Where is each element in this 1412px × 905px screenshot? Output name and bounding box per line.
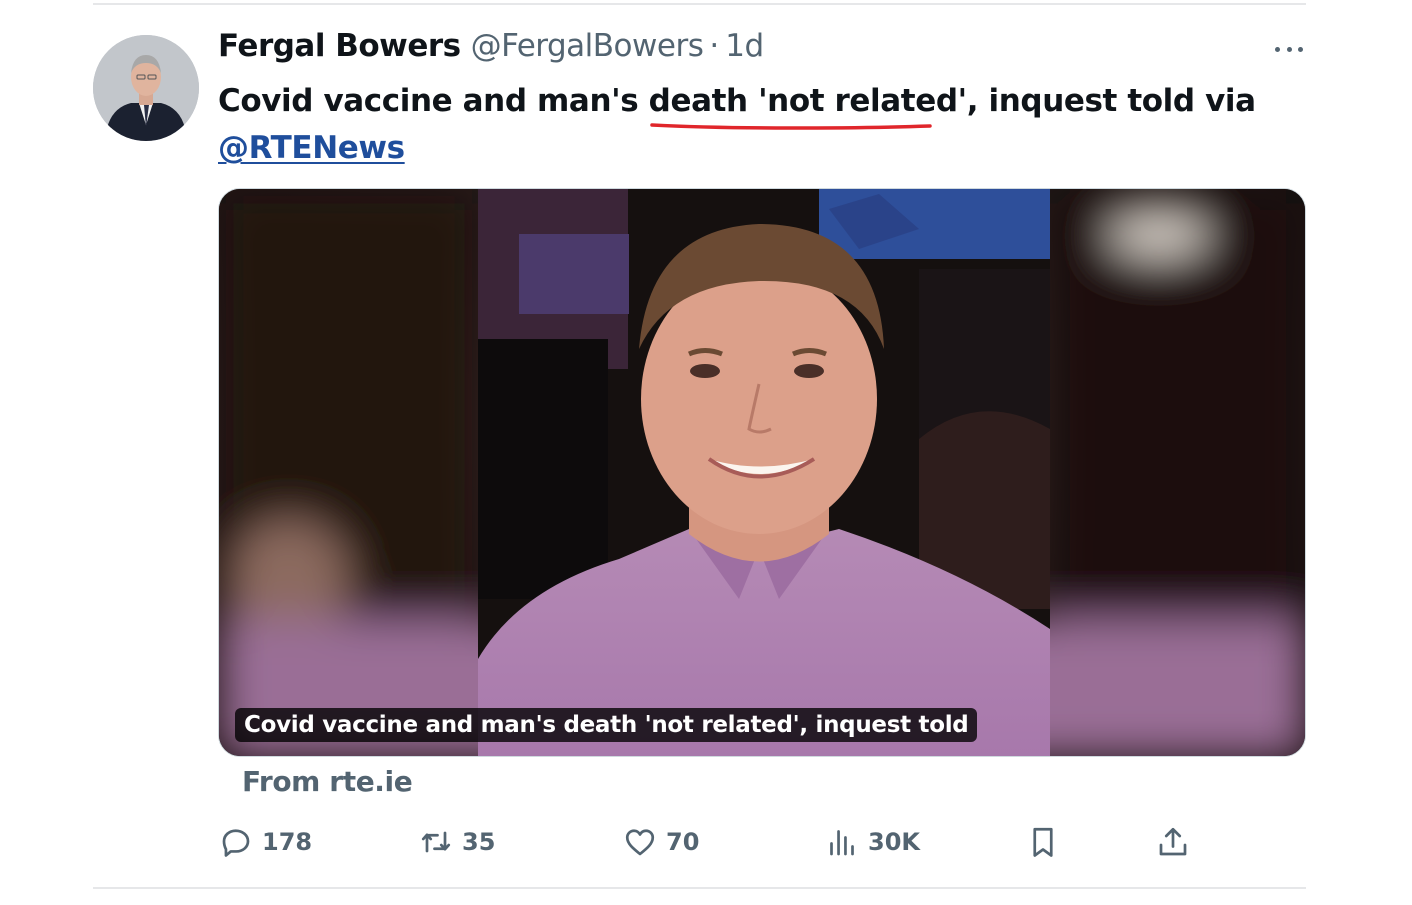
reply-icon (222, 829, 250, 857)
tweet-header: Fergal Bowers @FergalBowers · 1d (218, 28, 764, 72)
bottom-divider (93, 887, 1306, 889)
top-divider (93, 3, 1306, 5)
like-button[interactable]: 70 (622, 820, 699, 864)
avatar-photo (93, 35, 199, 141)
tweet-timestamp[interactable]: 1d (725, 28, 764, 64)
card-caption: Covid vaccine and man's death 'not relat… (235, 708, 978, 742)
tweet-text-end: , inquest told via (966, 83, 1256, 119)
card-source[interactable]: From rte.ie (242, 765, 413, 798)
like-count: 70 (666, 828, 700, 856)
bookmark-icon (1033, 827, 1053, 857)
tweet-text-highlight: death 'not related' (648, 83, 967, 119)
retweet-button[interactable]: 35 (418, 820, 495, 864)
reply-button[interactable]: 178 (218, 820, 312, 864)
views-count: 30K (868, 828, 920, 856)
views-button[interactable]: 30K (824, 820, 920, 864)
author-handle[interactable]: @FergalBowers (471, 28, 704, 64)
card-image (219, 189, 1305, 756)
header-separator: · (709, 28, 720, 64)
more-icon[interactable] (1272, 36, 1306, 62)
retweet-count: 35 (462, 828, 496, 856)
views-icon (830, 830, 854, 856)
share-button[interactable] (1155, 820, 1191, 864)
link-card[interactable]: Covid vaccine and man's death 'not relat… (218, 188, 1306, 757)
share-icon (1159, 827, 1187, 856)
reply-count: 178 (262, 828, 313, 856)
author-name[interactable]: Fergal Bowers (218, 28, 461, 64)
retweet-icon (421, 831, 451, 853)
mention-link[interactable]: @RTENews (218, 125, 405, 172)
tweet-text-start: Covid vaccine and man's (218, 83, 649, 119)
action-bar: 178 35 70 30K (0, 820, 1412, 864)
heart-icon (625, 829, 655, 856)
bookmark-button[interactable] (1025, 820, 1061, 864)
red-underline-annotation (650, 123, 932, 130)
avatar[interactable] (93, 35, 199, 141)
